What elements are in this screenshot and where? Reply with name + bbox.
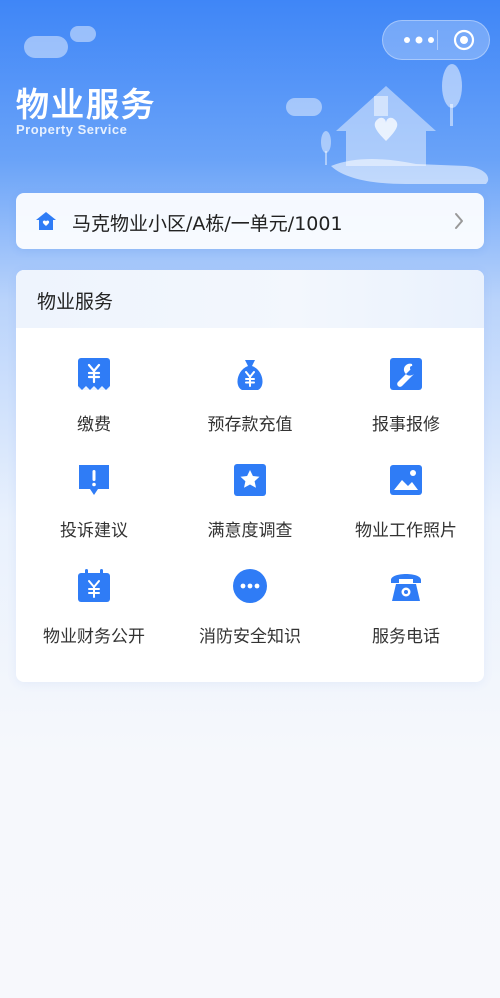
cloud-decoration	[70, 26, 96, 42]
capsule-divider	[437, 30, 438, 50]
service-repair[interactable]: 报事报修	[328, 356, 484, 446]
service-label: 物业财务公开	[43, 627, 145, 647]
service-label: 消防安全知识	[199, 627, 301, 647]
service-label: 物业工作照片	[355, 521, 457, 541]
service-fire-safety[interactable]: 消防安全知识	[172, 568, 328, 658]
wrench-icon	[390, 358, 422, 390]
more-dots-icon	[233, 569, 267, 603]
photo-icon	[390, 465, 422, 495]
address-selector[interactable]: 马克物业小区/A栋/一单元/1001	[16, 193, 484, 249]
service-finance[interactable]: 物业财务公开	[16, 568, 172, 658]
service-label: 服务电话	[372, 627, 440, 647]
service-phone[interactable]: 服务电话	[328, 568, 484, 658]
service-survey[interactable]: 满意度调查	[172, 462, 328, 552]
service-complaint[interactable]: 投诉建议	[16, 462, 172, 552]
address-text: 马克物业小区/A栋/一单元/1001	[72, 213, 343, 235]
house-hand-illustration	[321, 64, 489, 184]
telephone-icon	[391, 574, 421, 601]
service-deposit[interactable]: 预存款充值	[172, 356, 328, 446]
close-target-icon[interactable]	[453, 29, 475, 51]
services-panel: 物业服务 缴费 预存款充值 报事报修 投诉建议 满意度调查 物业工作照片 物业财…	[16, 270, 484, 682]
panel-title: 物业服务	[37, 291, 114, 313]
bill-icon	[78, 358, 110, 390]
service-label: 缴费	[77, 415, 111, 435]
calendar-yen-icon	[78, 569, 110, 602]
service-pay[interactable]: 缴费	[16, 356, 172, 446]
service-label: 报事报修	[372, 415, 440, 435]
money-bag-icon	[237, 360, 263, 390]
service-label: 预存款充值	[207, 415, 293, 435]
home-icon	[36, 212, 56, 230]
service-photos[interactable]: 物业工作照片	[328, 462, 484, 552]
panel-header: 物业服务	[16, 270, 484, 328]
alert-icon	[79, 465, 109, 495]
service-label: 满意度调查	[207, 521, 293, 541]
page-subtitle: Property Service	[16, 122, 128, 137]
chevron-right-icon	[455, 213, 463, 229]
more-options-icon[interactable]	[399, 30, 439, 50]
service-label: 投诉建议	[60, 521, 128, 541]
cloud-decoration	[24, 36, 68, 58]
mini-program-capsule	[382, 20, 490, 60]
page-title: 物业服务	[16, 85, 156, 124]
star-icon	[234, 464, 266, 496]
